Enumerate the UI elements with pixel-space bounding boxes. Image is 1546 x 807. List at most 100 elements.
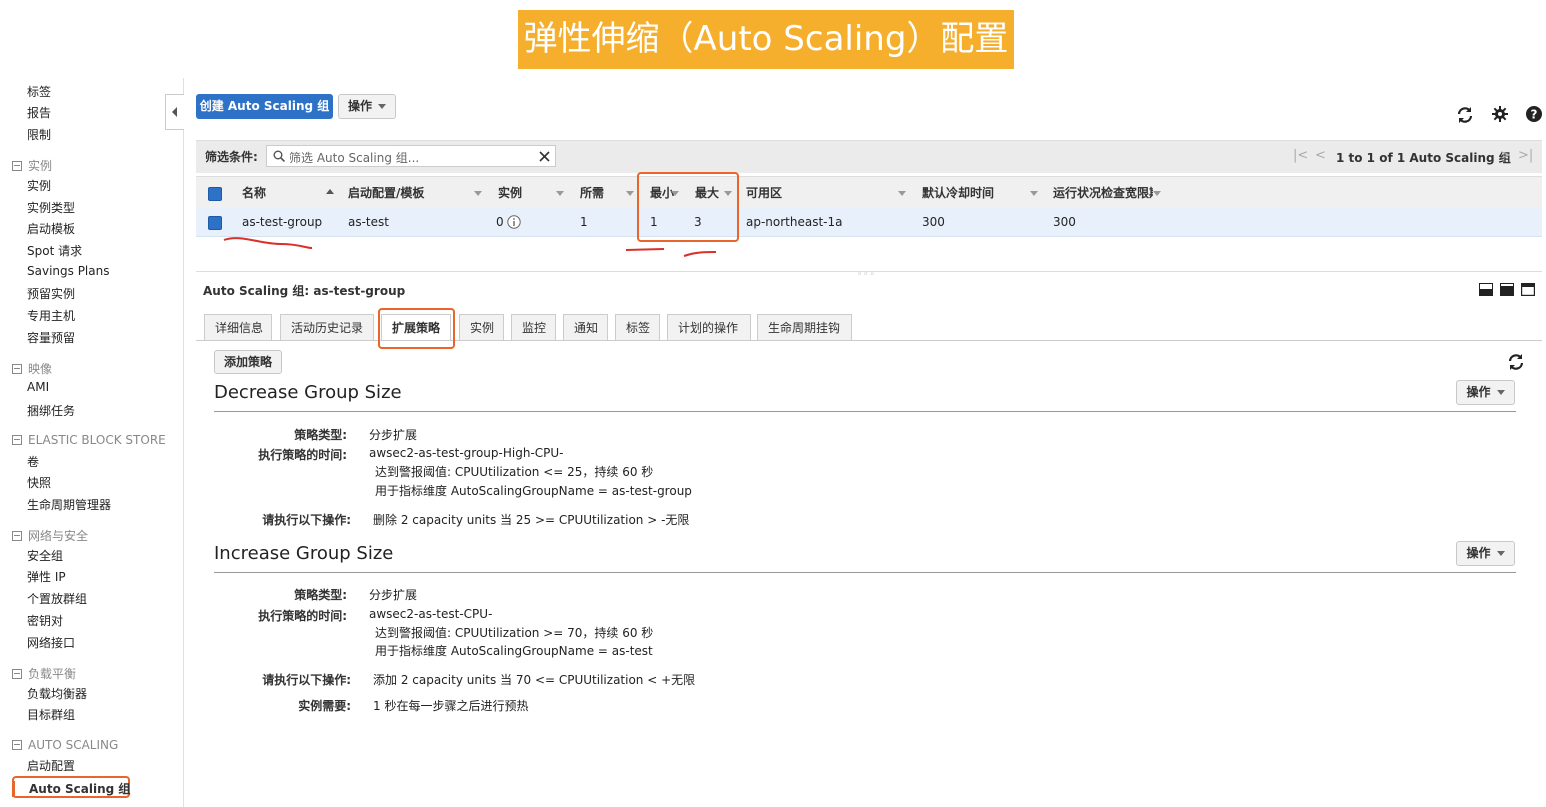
sidebar-section-ebs[interactable]: ELASTIC BLOCK STORE [12, 433, 166, 447]
section-title: 负载平衡 [28, 667, 77, 681]
sidebar-section-autoscaling[interactable]: AUTO SCALING [12, 738, 118, 752]
sidebar-item-capacity[interactable]: 容量预留 [27, 329, 75, 346]
col-cooldown[interactable]: 默认冷却时间 [922, 177, 994, 209]
policy-alarm-name[interactable]: awsec2-as-test-group-High-CPU- [369, 446, 564, 460]
tab-activity[interactable]: 活动历史记录 [280, 314, 374, 340]
section-divider [214, 572, 1516, 573]
policy-type-value: 分步扩展 [369, 588, 418, 602]
policy-type-label: 策略类型: [294, 588, 347, 602]
sidebar-item-snapshots[interactable]: 快照 [27, 474, 51, 491]
tab-details[interactable]: 详细信息 [204, 314, 272, 340]
sidebar-item-reports[interactable]: 报告 [27, 104, 51, 121]
info-icon[interactable] [507, 215, 521, 229]
clear-icon[interactable] [539, 151, 550, 162]
refresh-policies-icon[interactable] [1506, 353, 1526, 371]
collapse-icon [12, 160, 22, 171]
tab-monitoring[interactable]: 监控 [511, 314, 556, 340]
sidebar-item-limits[interactable]: 限制 [27, 126, 51, 143]
active-tab-highlight-box [378, 308, 455, 349]
create-asg-button[interactable]: 创建 Auto Scaling 组 [196, 94, 333, 119]
layout-split-icon[interactable] [1500, 283, 1514, 296]
sidebar-item-security-groups[interactable]: 安全组 [27, 547, 63, 564]
sort-icon [898, 191, 906, 196]
sidebar-item-volumes[interactable]: 卷 [27, 453, 39, 470]
sort-icon [556, 191, 564, 196]
sidebar-item-load-balancers[interactable]: 负载均衡器 [27, 685, 87, 702]
policy-type-value: 分步扩展 [369, 428, 418, 442]
sidebar-item-placement[interactable]: 个置放群组 [27, 590, 87, 607]
table-row[interactable]: as-test-group as-test 0 1 1 3 ap-northea… [196, 208, 1542, 237]
policy-action-label: 请执行以下操作: [262, 513, 351, 527]
sidebar-section-images[interactable]: 映像 [12, 360, 52, 377]
tab-tags[interactable]: 标签 [615, 314, 660, 340]
sidebar-item-launch-configs[interactable]: 启动配置 [27, 757, 75, 774]
section-title: ELASTIC BLOCK STORE [28, 433, 166, 447]
sidebar-section-network[interactable]: 网络与安全 [12, 527, 88, 544]
section-divider [214, 411, 1516, 412]
select-all-checkbox[interactable] [208, 187, 222, 201]
col-instances[interactable]: 实例 [498, 177, 522, 209]
section-title: AUTO SCALING [28, 738, 119, 752]
sidebar-item-bundle[interactable]: 捆绑任务 [27, 402, 75, 419]
sidebar-item-network-interfaces[interactable]: 网络接口 [27, 634, 75, 651]
sidebar-item-target-groups[interactable]: 目标群组 [27, 706, 75, 723]
section-title: 实例 [28, 159, 53, 173]
policy-exec-label: 执行策略的时间: [258, 448, 347, 462]
tab-instances[interactable]: 实例 [459, 314, 504, 340]
help-icon[interactable]: ? [1526, 106, 1542, 122]
col-grace[interactable]: 运行状况检查宽限期 [1053, 177, 1153, 209]
sidebar-item-savings-plans[interactable]: Savings Plans [27, 264, 109, 278]
prev-page-icon[interactable]: < [1315, 148, 1326, 163]
next-page-icon[interactable]: > [1500, 148, 1511, 163]
layout-full-icon[interactable] [1521, 283, 1535, 296]
refresh-icon[interactable] [1455, 106, 1475, 124]
first-page-icon[interactable]: |< [1293, 148, 1308, 163]
tab-scheduled[interactable]: 计划的操作 [667, 314, 751, 340]
sidebar-item-reserved[interactable]: 预留实例 [27, 285, 75, 302]
add-policy-button[interactable]: 添加策略 [214, 350, 282, 374]
sidebar-item-ami[interactable]: AMI [27, 380, 49, 394]
col-name[interactable]: 名称 [242, 177, 266, 209]
tab-lifecycle-hooks[interactable]: 生命周期挂钩 [757, 314, 852, 340]
cell-desired: 1 [580, 215, 588, 229]
sidebar-item-tags[interactable]: 标签 [27, 83, 51, 100]
sidebar-item-key-pairs[interactable]: 密钥对 [27, 612, 63, 629]
sidebar-item-dedicated-hosts[interactable]: 专用主机 [27, 307, 75, 324]
tab-notifications[interactable]: 通知 [563, 314, 608, 340]
filter-label: 筛选条件: [205, 150, 258, 164]
cell-launch[interactable]: as-test [348, 208, 389, 236]
sidebar-item-lifecycle[interactable]: 生命周期管理器 [27, 496, 111, 513]
sidebar-item-autoscaling-groups[interactable]: Auto Scaling 组 [12, 776, 130, 798]
layout-bottom-icon[interactable] [1479, 283, 1493, 296]
collapse-icon [12, 740, 22, 750]
policy-alarm-name[interactable]: awsec2-as-test-CPU- [369, 607, 492, 621]
policy-warmup-label: 实例需要: [298, 699, 351, 713]
annotation-underline [223, 237, 313, 249]
actions-button[interactable]: 操作 [338, 94, 396, 119]
policy-threshold: 达到警报阈值: CPUUtilization <= 25，持续 60 秒 [375, 465, 654, 479]
resize-handle-icon[interactable]: ◦◦◦ [857, 270, 876, 280]
sidebar-section-instances[interactable]: 实例 [12, 157, 52, 174]
svg-text:?: ? [1531, 108, 1538, 122]
policy-actions-button[interactable]: 操作 [1456, 541, 1515, 566]
policy-actions-button[interactable]: 操作 [1456, 380, 1515, 405]
col-desired[interactable]: 所需 [580, 177, 604, 209]
sort-asc-icon [326, 189, 334, 194]
collapse-sidebar-button[interactable] [165, 94, 184, 130]
sidebar-item-spot[interactable]: Spot 请求 [27, 242, 82, 259]
sidebar-item-instances[interactable]: 实例 [27, 177, 51, 194]
collapse-icon [12, 668, 22, 679]
col-launch[interactable]: 启动配置/模板 [348, 177, 424, 209]
col-az[interactable]: 可用区 [746, 177, 782, 209]
sidebar-item-instance-types[interactable]: 实例类型 [27, 199, 75, 216]
chevron-down-icon [1496, 390, 1505, 395]
row-checkbox[interactable] [208, 216, 222, 230]
sidebar-item-launch-templates[interactable]: 启动模板 [27, 220, 75, 237]
sidebar-section-lb[interactable]: 负载平衡 [12, 665, 76, 682]
collapse-icon [12, 363, 22, 374]
policy-exec-label: 执行策略的时间: [258, 609, 347, 623]
sidebar-item-elastic-ip[interactable]: 弹性 IP [27, 568, 66, 585]
last-page-icon[interactable]: >| [1518, 148, 1533, 163]
banner-title: 弹性伸缩（Auto Scaling）配置 [518, 10, 1014, 69]
gear-icon[interactable] [1492, 106, 1508, 122]
